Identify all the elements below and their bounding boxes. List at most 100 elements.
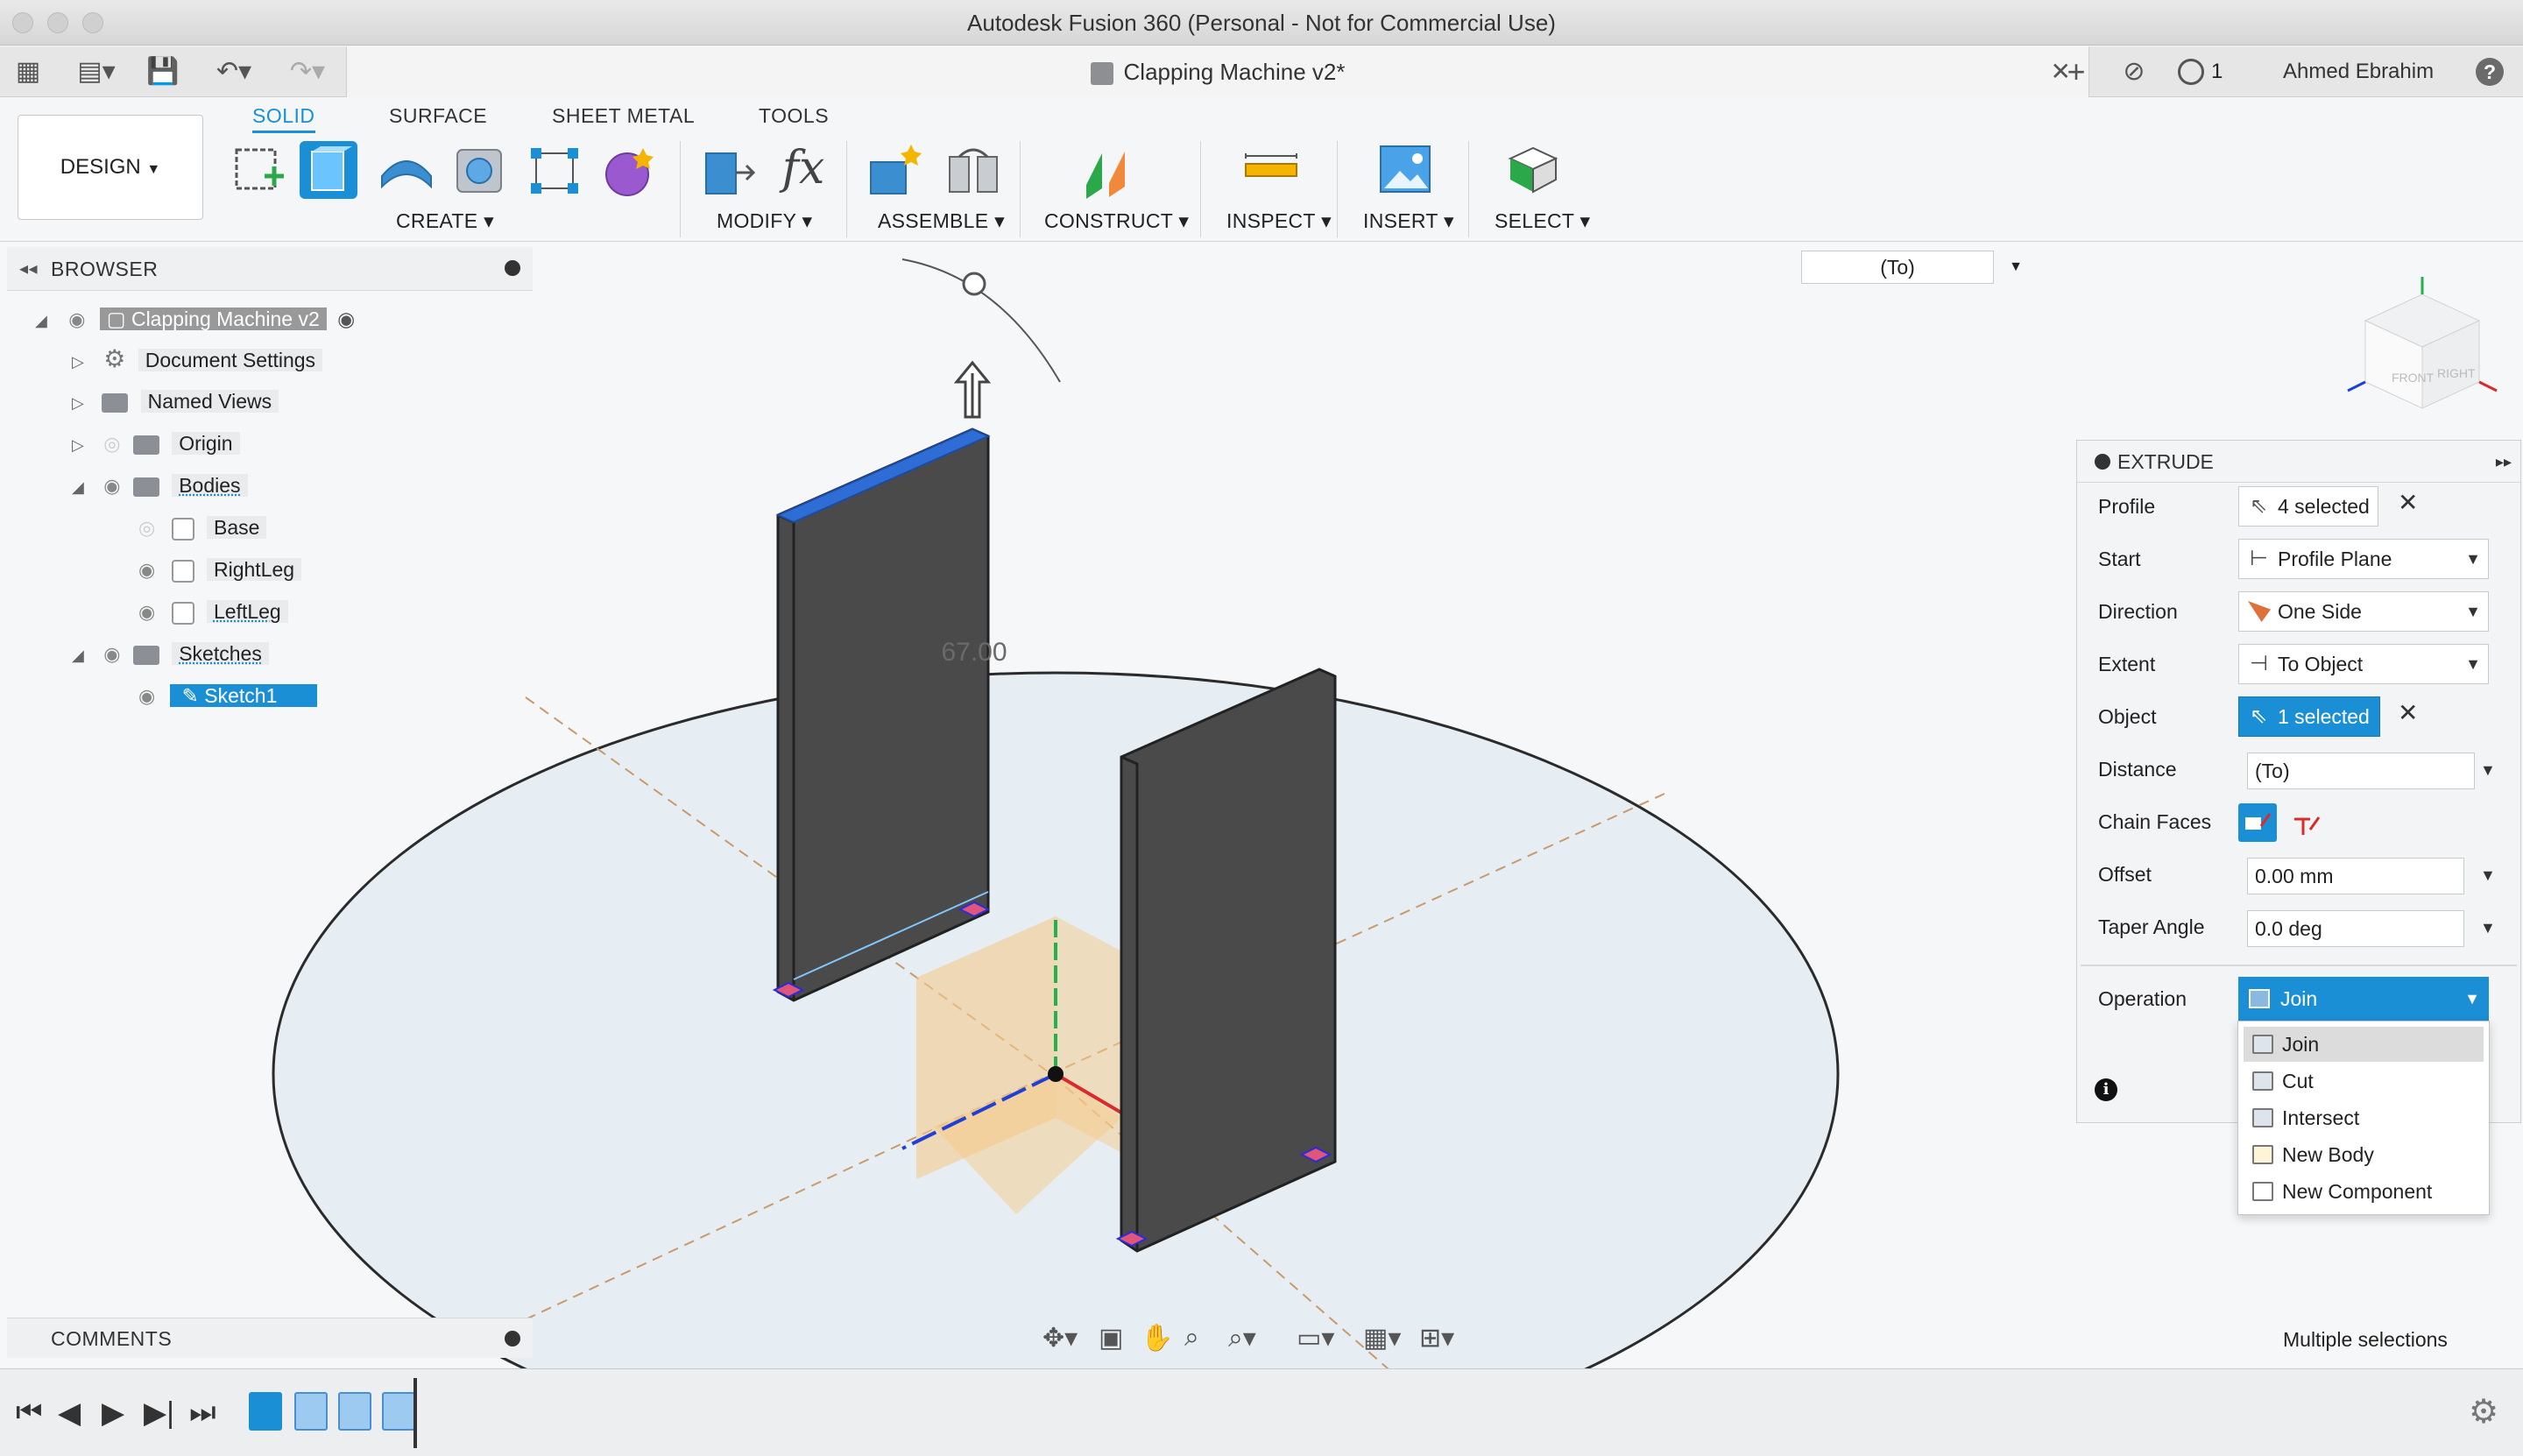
extrude-icon[interactable] <box>300 141 357 199</box>
construct-group-label[interactable]: CONSTRUCT ▾ <box>1044 209 1189 233</box>
collapse-triangle-icon[interactable]: ◢ <box>72 478 84 496</box>
save-icon[interactable]: 💾 <box>145 46 180 97</box>
document-settings-label[interactable]: Document Settings <box>138 349 323 371</box>
distance-dropdown[interactable]: (To) ▼ <box>1801 251 2023 284</box>
operation-option-new-body[interactable]: New Body <box>2244 1137 2484 1172</box>
viewports-icon[interactable]: ⊞▾ <box>1419 1323 1454 1354</box>
info-icon[interactable]: i <box>2095 1078 2117 1101</box>
grid-settings-icon[interactable]: ▦▾ <box>1363 1323 1401 1354</box>
tree-item[interactable]: ◉ LeftLeg <box>138 594 288 629</box>
look-at-icon[interactable]: ▣ <box>1099 1323 1123 1354</box>
right-leg-body[interactable] <box>1120 668 1337 1253</box>
select-group-label[interactable]: SELECT ▾ <box>1495 209 1590 233</box>
tree-item-selected[interactable]: ◉ ✎ Sketch1 <box>138 678 318 713</box>
gear-icon[interactable]: ⚙ <box>2469 1392 2498 1431</box>
chain-faces-off-toggle[interactable] <box>2287 803 2326 842</box>
insert-group-label[interactable]: INSERT ▾ <box>1363 209 1454 233</box>
file-menu-icon[interactable]: ▤▾ <box>70 46 123 97</box>
document-tab[interactable]: Clapping Machine v2* ✕ <box>346 46 2089 97</box>
activate-radio-icon[interactable]: ◉ <box>337 307 355 330</box>
user-name[interactable]: Ahmed Ebrahim <box>2283 46 2434 97</box>
visibility-eye-icon[interactable]: ◉ <box>103 475 120 497</box>
hidden-eye-icon[interactable]: ◎ <box>103 433 120 455</box>
press-pull-icon[interactable] <box>701 141 759 199</box>
pan-hand-icon[interactable]: ✋ <box>1141 1323 1173 1354</box>
expand-dialog-icon[interactable]: ▸▸ <box>2496 441 2512 483</box>
extrude-dimension[interactable]: 67.00 <box>941 638 1007 667</box>
chevron-down-icon[interactable]: ▼ <box>2465 592 2481 631</box>
chevron-down-icon[interactable]: ▼ <box>2009 251 2023 283</box>
minimize-window-button[interactable] <box>47 12 68 33</box>
collapse-triangle-icon[interactable]: ◢ <box>35 312 47 329</box>
object-selection-field[interactable]: ⇖ 1 selected <box>2238 696 2380 737</box>
fit-icon[interactable]: ⌕▾ <box>1228 1323 1256 1354</box>
collapse-triangle-icon[interactable]: ◢ <box>72 647 84 664</box>
origin-label[interactable]: Origin <box>172 432 240 455</box>
expand-triangle-icon[interactable]: ▷ <box>72 436 84 454</box>
new-component-icon[interactable] <box>867 141 925 199</box>
zoom-icon[interactable]: ⌕ <box>1184 1323 1199 1353</box>
operation-option-intersect[interactable]: Intersect <box>2244 1100 2484 1135</box>
create-form-icon[interactable] <box>601 141 659 199</box>
revolve-icon[interactable] <box>377 141 435 199</box>
extensions-icon[interactable]: ⊘ <box>2117 46 2152 97</box>
tab-sheet-metal[interactable]: SHEET METAL <box>552 104 695 128</box>
hidden-eye-icon[interactable]: ◎ <box>138 517 155 539</box>
browser-header[interactable]: ◂◂ BROWSER <box>7 247 533 291</box>
tab-surface[interactable]: SURFACE <box>389 104 487 128</box>
operation-option-cut[interactable]: Cut <box>2244 1064 2484 1099</box>
chain-faces-on-toggle[interactable] <box>2238 803 2277 842</box>
rightleg-body-label[interactable]: RightLeg <box>206 558 302 581</box>
bodies-label[interactable]: Bodies <box>172 474 248 497</box>
chevron-down-icon[interactable]: ▼ <box>2465 645 2481 683</box>
timeline-extrude-item[interactable] <box>382 1392 415 1431</box>
insert-image-icon[interactable] <box>1377 141 1435 199</box>
chevron-down-icon[interactable]: ▼ <box>2465 540 2481 578</box>
view-cube[interactable]: FRONT RIGHT <box>2339 259 2505 435</box>
display-settings-icon[interactable]: ▭▾ <box>1297 1323 1334 1354</box>
start-dropdown[interactable]: ⊢ Profile Plane ▼ <box>2238 539 2489 579</box>
tree-item[interactable]: ▷ ⚙ Document Settings <box>72 342 323 377</box>
chevron-down-icon[interactable]: ▼ <box>2480 919 2496 937</box>
orbit-icon[interactable]: ✥▾ <box>1042 1323 1078 1354</box>
tree-item[interactable]: ◎ Base <box>138 510 267 545</box>
operation-dropdown[interactable]: Join ▼ <box>2238 977 2489 1021</box>
data-panel-grid-icon[interactable]: ▦ <box>11 46 46 97</box>
workspace-switcher[interactable]: DESIGN ▼ <box>18 115 203 220</box>
add-comment-icon[interactable] <box>505 1331 520 1346</box>
help-icon[interactable]: ? <box>2476 58 2504 86</box>
rotate-handle[interactable] <box>962 272 986 296</box>
pattern-icon[interactable] <box>526 141 583 199</box>
distance-input[interactable]: (To) <box>2247 753 2475 789</box>
sketch1-label[interactable]: ✎ Sketch1 <box>169 684 318 707</box>
clear-object-icon[interactable]: ✕ <box>2398 698 2418 727</box>
select-icon[interactable] <box>1505 141 1563 199</box>
joint-icon[interactable] <box>944 141 1002 199</box>
go-to-start-icon[interactable]: ⏮ <box>16 1396 43 1430</box>
direction-dropdown[interactable]: One Side ▼ <box>2238 591 2489 632</box>
chevron-down-icon[interactable]: ▼ <box>2480 866 2496 885</box>
tree-item[interactable]: ▷ ◎ Origin <box>72 426 240 461</box>
visibility-eye-icon[interactable]: ◉ <box>138 601 155 623</box>
base-body-label[interactable]: Base <box>206 516 267 539</box>
zoom-window-button[interactable] <box>82 12 103 33</box>
tree-item[interactable]: ▷ Named Views <box>72 384 279 419</box>
comments-panel[interactable]: COMMENTS <box>7 1318 533 1358</box>
root-component-label[interactable]: ▢ Clapping Machine v2 <box>99 307 327 330</box>
chevron-down-icon[interactable]: ▼ <box>2464 977 2480 1021</box>
offset-plane-icon[interactable] <box>1081 141 1139 199</box>
extent-dropdown[interactable]: ⊣ To Object ▼ <box>2238 644 2489 684</box>
tab-tools[interactable]: TOOLS <box>759 104 829 128</box>
tab-solid[interactable]: SOLID <box>252 104 315 133</box>
expand-triangle-icon[interactable]: ▷ <box>72 394 84 412</box>
close-window-button[interactable] <box>12 12 33 33</box>
tree-item[interactable]: ◉ RightLeg <box>138 552 302 587</box>
expand-triangle-icon[interactable]: ▷ <box>72 353 84 371</box>
hole-icon[interactable] <box>450 141 508 199</box>
offset-input[interactable]: 0.00 mm <box>2247 858 2464 894</box>
profile-selection-field[interactable]: ⇖ 4 selected <box>2238 486 2378 527</box>
parameters-fx-icon[interactable]: fx <box>774 141 832 199</box>
inspect-group-label[interactable]: INSPECT ▾ <box>1226 209 1332 233</box>
timeline-marker[interactable] <box>413 1378 417 1448</box>
tree-item[interactable]: ◢ ◉ Sketches <box>72 636 269 671</box>
